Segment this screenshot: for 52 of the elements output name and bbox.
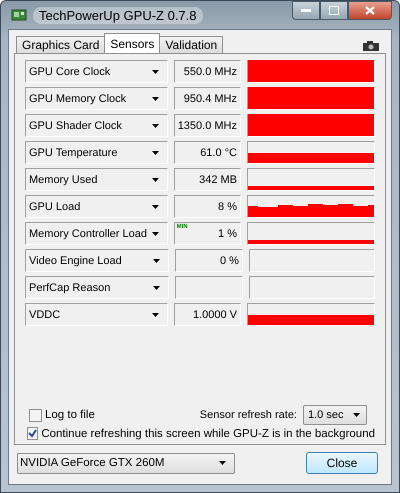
dropdown-arrow-icon [152,312,159,316]
minimize-icon [301,9,311,12]
window-title: TechPowerUp GPU-Z 0.7.8 [33,6,203,24]
log-to-file-checkbox[interactable]: Log to file [27,408,95,422]
refresh-rate-dropdown[interactable]: 1.0 sec [303,405,367,425]
dropdown-arrow-icon [353,413,360,417]
sensor-dropdown[interactable]: GPU Shader Clock [25,114,168,137]
sensor-value: 1.0000 V [192,308,237,320]
minimize-button[interactable] [292,1,320,20]
dropdown-arrow-icon [152,286,160,290]
dropdown-arrow-icon [152,150,159,154]
sensor-value: 950.4 MHz [184,92,237,104]
close-dialog-button[interactable]: Close [306,452,378,474]
sensor-dropdown[interactable]: VDDC [25,303,168,326]
close-button[interactable] [348,1,392,20]
continue-refreshing-checkbox[interactable]: Continue refreshing this screen while GPU-Z is in the background [25,427,375,440]
sensor-dropdown[interactable]: Video Engine Load [25,249,169,272]
maximize-icon [329,6,339,15]
refresh-rate-label: Sensor refresh rate: [200,409,297,421]
tab[interactable]: Validation [159,36,224,53]
gpu-dropdown[interactable]: NVIDIA GeForce GTX 260M [17,452,235,474]
maximize-button[interactable] [320,1,348,20]
sensor-value: 1 % [218,228,237,240]
sensor-value: 1350.0 MHz [178,120,237,132]
dropdown-arrow-icon [152,232,159,236]
sensor-value: 8 % [218,200,237,212]
sensor-value: 61.0 °C [200,146,237,158]
sensor-value: 550.0 MHz [184,66,237,78]
dropdown-arrow-icon [152,178,159,182]
sensor-dropdown[interactable]: GPU Temperature [25,141,168,164]
dropdown-arrow-icon [152,96,159,100]
checkbox[interactable] [27,427,38,440]
checkbox[interactable] [29,408,42,422]
camera-icon[interactable] [362,41,380,51]
close-icon [365,6,375,15]
dropdown-arrow-icon [152,258,160,262]
dropdown-arrow-icon [219,461,226,465]
sensor-dropdown[interactable]: PerfCap Reason [25,276,169,299]
dropdown-arrow-icon [152,204,159,208]
sensor-dropdown[interactable]: GPU Core Clock [25,60,168,83]
sensor-dropdown[interactable]: GPU Memory Clock [25,87,168,110]
dropdown-arrow-icon [152,70,159,74]
dropdown-arrow-icon [152,124,159,128]
sensor-dropdown[interactable]: GPU Load [25,195,168,218]
tab[interactable]: Sensors [104,33,160,53]
graphics-card-icon [11,8,27,22]
sensor-dropdown[interactable]: Memory Used [25,168,168,191]
sensor-value: 0 % [220,254,239,266]
sensor-dropdown[interactable]: Memory Controller Load [25,222,168,245]
sensor-value: 342 MB [199,174,237,186]
sensor-value-box [174,276,243,299]
tab[interactable]: Graphics Card [16,36,106,53]
